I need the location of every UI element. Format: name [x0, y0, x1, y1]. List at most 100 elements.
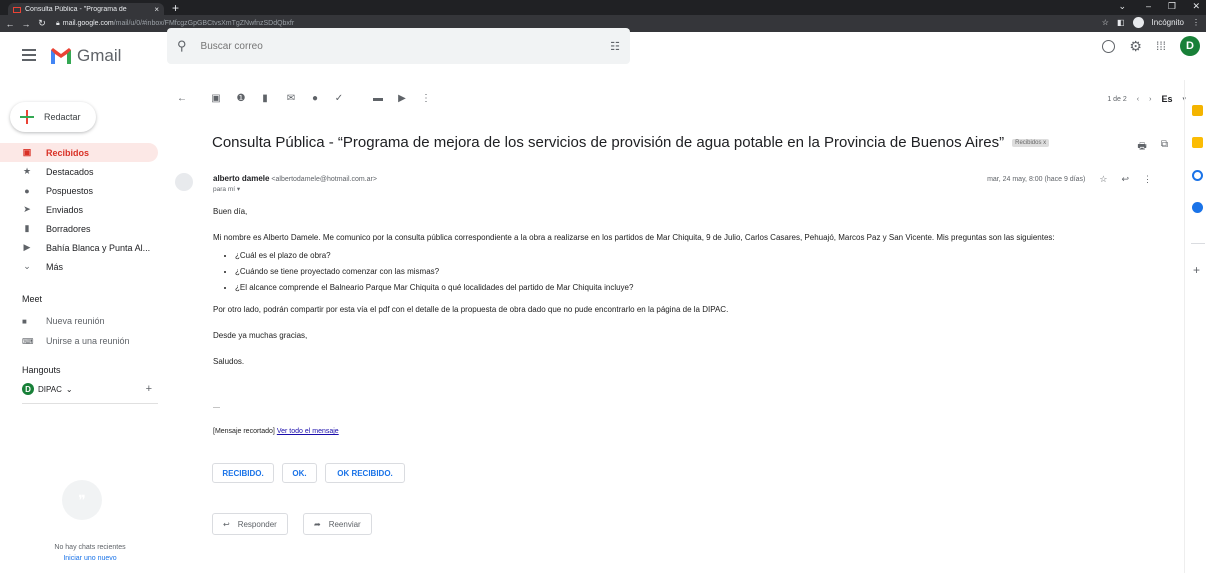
newer-icon[interactable]: › [1149, 96, 1151, 103]
side-panel-icon[interactable]: ◧ [1117, 18, 1125, 27]
divider [1191, 243, 1205, 244]
search-input[interactable] [200, 40, 611, 52]
header-actions: ⚙ ⁞⁞⁞ D [1102, 31, 1206, 61]
forward-button[interactable]: ➦ Reenviar [303, 513, 372, 535]
older-icon[interactable]: ‹ [1137, 96, 1139, 103]
meet-new-label: Nueva reunión [46, 316, 105, 326]
sidebar-item-snoozed[interactable]: ● Pospuestos [0, 181, 158, 200]
reply-button[interactable]: ↩ Responder [212, 513, 288, 535]
reply-icon[interactable]: ↩ [1121, 174, 1129, 185]
more-options-icon[interactable]: ⋮ [1143, 174, 1152, 185]
sidebar-item-label-bahia[interactable]: ▶ Bahía Blanca y Punta Al... [0, 238, 158, 257]
dropdown-icon[interactable]: ⌄ [66, 385, 73, 394]
clock-icon: ● [24, 185, 30, 196]
forward-icon[interactable]: → [20, 19, 32, 29]
sidebar-item-label: Recibidos [46, 147, 90, 158]
closing-line: Saludos. [213, 357, 245, 366]
subject-text: Consulta Pública - “Programa de mejora d… [212, 134, 1005, 151]
sender-avatar [175, 173, 193, 191]
clipped-text: [Mensaje recortado] [213, 428, 275, 435]
recipient-details-icon[interactable]: ▾ [237, 186, 240, 193]
window-close-icon[interactable]: ✕ [1192, 1, 1200, 12]
sidebar-item-more[interactable]: ⌄ Más [0, 257, 158, 276]
tab-search-icon[interactable]: ⌄ [1118, 1, 1126, 12]
open-new-window-icon[interactable]: ⧉ [1161, 139, 1168, 156]
meet-new-button[interactable]: ■ Nueva reunión [22, 316, 105, 326]
apps-grid-icon[interactable]: ⁞⁞⁞ [1156, 39, 1166, 53]
incognito-label[interactable]: Incógnito [1152, 18, 1184, 27]
add-task-icon[interactable]: ✓ [334, 94, 344, 104]
more-icon[interactable]: ⋮ [421, 94, 431, 104]
sidebar-item-label: Destacados [46, 166, 94, 177]
start-chat-link[interactable]: Iniciar uno nuevo [0, 555, 180, 562]
delete-icon[interactable]: ▮ [260, 94, 270, 104]
questions-list: ¿Cuál es el plazo de obra? ¿Cuándo se ti… [235, 249, 1173, 294]
sender-name[interactable]: alberto damele [213, 174, 269, 183]
bookmark-star-icon[interactable]: ☆ [1102, 18, 1109, 27]
greeting: Buen día, [213, 207, 248, 216]
label-chip[interactable]: Recibidos x [1012, 138, 1050, 147]
divider [22, 403, 158, 404]
email-date: mar, 24 may, 8:00 (hace 9 días) [987, 176, 1086, 183]
back-icon[interactable]: ← [4, 19, 16, 29]
snooze-icon[interactable]: ● [310, 94, 320, 104]
question-item: ¿Cuándo se tiene proyectado comenzar con… [235, 265, 1173, 278]
view-entire-message-link[interactable]: Ver todo el mensaje [277, 428, 339, 435]
sidebar-item-label: Enviados [46, 204, 84, 215]
help-icon[interactable] [1102, 39, 1116, 53]
restore-icon[interactable]: ❐ [1168, 1, 1176, 12]
smart-reply-button[interactable]: RECIBIDO. [212, 463, 274, 483]
get-addons-icon[interactable]: + [1193, 263, 1200, 277]
send-icon: ➤ [23, 204, 31, 214]
archive-icon[interactable]: ▣ [211, 94, 221, 104]
input-tools-button[interactable]: Es [1161, 94, 1172, 104]
account-avatar[interactable]: D [1180, 36, 1200, 56]
question-item: ¿Cuál es el plazo de obra? [235, 249, 1173, 262]
mark-unread-icon[interactable]: ✉ [286, 94, 296, 104]
minimize-icon[interactable]: – [1146, 1, 1151, 11]
nav-list: ▣ Recibidos ★ Destacados ● Pospuestos ➤ … [0, 143, 158, 276]
search-options-icon[interactable]: ☷ [610, 40, 620, 53]
add-chat-icon[interactable]: + [146, 383, 152, 395]
keep-icon[interactable] [1192, 137, 1203, 148]
browser-menu-icon[interactable]: ⋮ [1192, 18, 1200, 27]
clipped-notice: [Mensaje recortado] Ver todo el mensaje [213, 428, 339, 435]
star-icon[interactable]: ☆ [1099, 174, 1107, 185]
sidebar-item-starred[interactable]: ★ Destacados [0, 162, 158, 181]
smart-reply-button[interactable]: OK. [282, 463, 317, 483]
recipient-line[interactable]: para mí ▾ [213, 185, 240, 193]
sidebar-item-label: Más [46, 261, 64, 272]
search-icon[interactable]: ⚲ [177, 38, 187, 54]
compose-button[interactable]: Redactar [10, 102, 96, 132]
sidebar-item-sent[interactable]: ➤ Enviados [0, 200, 158, 219]
keyboard-icon: ⌨ [22, 336, 34, 346]
url-field[interactable]: 🔒︎ mail.google.com/mail/u/0/#inbox/FMfcg… [56, 20, 294, 28]
meet-title: Meet [22, 294, 43, 304]
move-to-icon[interactable]: ▬ [373, 94, 383, 104]
new-tab-button[interactable]: + [172, 1, 179, 15]
meet-join-button[interactable]: ⌨ Unirse a una reunión [22, 336, 130, 346]
sidebar-item-inbox[interactable]: ▣ Recibidos [0, 143, 158, 162]
print-icon[interactable]: 🖶︎ [1137, 139, 1146, 156]
tasks-icon[interactable] [1192, 170, 1203, 181]
settings-icon[interactable]: ⚙ [1129, 38, 1142, 55]
labels-icon[interactable]: ▶ [397, 94, 407, 104]
chat-bubble-icon: ❞ [62, 480, 102, 520]
pagination: 1 de 2 ‹ › Es ▾ [1107, 94, 1186, 104]
sender-line: alberto damele <albertodamele@hotmail.co… [213, 174, 377, 183]
calendar-icon[interactable] [1192, 105, 1203, 116]
main-menu-icon[interactable] [22, 49, 36, 61]
report-spam-icon[interactable]: ❶ [236, 94, 246, 104]
gmail-logo[interactable]: Gmail [51, 46, 121, 66]
contacts-icon[interactable] [1192, 202, 1203, 213]
back-to-inbox-icon[interactable]: ← [177, 94, 187, 104]
sidebar-item-drafts[interactable]: ▮ Borradores [0, 219, 158, 238]
forward-label: Reenviar [328, 519, 361, 529]
tab-close-icon[interactable]: × [154, 5, 159, 14]
incognito-icon [1132, 17, 1144, 28]
gmail-m-icon [51, 48, 71, 64]
chevron-down-icon: ⌄ [23, 261, 31, 271]
reload-icon[interactable]: ↻ [36, 18, 48, 29]
smart-reply-button[interactable]: OK RECIBIDO. [325, 463, 405, 483]
hangouts-user[interactable]: D DIPAC ⌄ + [22, 383, 152, 395]
